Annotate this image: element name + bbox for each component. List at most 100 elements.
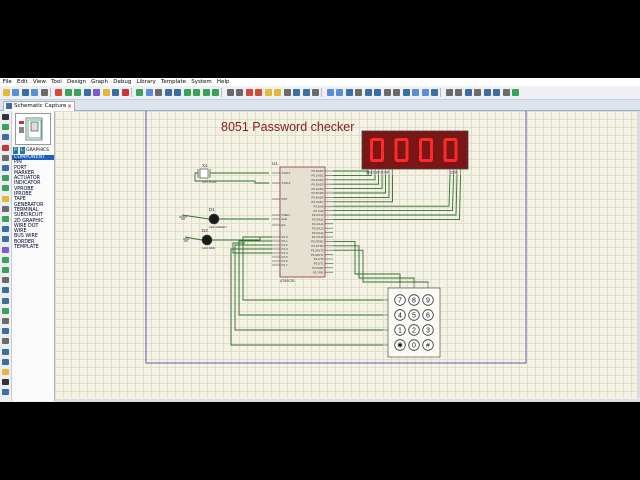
design-explorer-icon[interactable] bbox=[402, 89, 410, 96]
area-icon[interactable] bbox=[93, 89, 100, 96]
keypad-key-label[interactable]: 1 bbox=[398, 328, 402, 335]
property-icon[interactable] bbox=[364, 89, 372, 96]
save-icon[interactable] bbox=[21, 89, 29, 96]
delete-sheet-icon[interactable] bbox=[421, 89, 429, 96]
current-probe-icon[interactable] bbox=[2, 246, 9, 253]
block-move-icon[interactable] bbox=[283, 89, 291, 96]
paste-icon[interactable] bbox=[264, 89, 272, 96]
menu-tool[interactable]: Tool bbox=[49, 79, 65, 85]
undo-icon[interactable] bbox=[226, 89, 234, 96]
menu-design[interactable]: Design bbox=[64, 79, 88, 85]
grid-icon[interactable] bbox=[102, 89, 110, 96]
tape-icon[interactable] bbox=[502, 89, 510, 96]
schematic-canvas[interactable]: 8051 Password checker U1 AT89C51 XTAL1 XTAL… bbox=[55, 111, 637, 398]
overview-window[interactable] bbox=[15, 113, 51, 145]
bus-icon[interactable] bbox=[202, 89, 210, 96]
menu-debug[interactable]: Debug bbox=[111, 79, 134, 85]
keypad-key-label[interactable]: 4 bbox=[398, 313, 402, 320]
mirror-y-icon[interactable] bbox=[2, 379, 9, 386]
junction-icon[interactable] bbox=[212, 89, 219, 96]
instrument-mode-icon[interactable] bbox=[2, 256, 9, 263]
source-icon[interactable] bbox=[512, 89, 519, 96]
zoom-area-icon[interactable] bbox=[164, 89, 172, 96]
rotate-icon[interactable] bbox=[493, 89, 500, 96]
library-button[interactable]: L bbox=[20, 147, 25, 154]
menu-file[interactable]: File bbox=[0, 79, 14, 85]
arc-2d-icon[interactable] bbox=[2, 297, 9, 304]
menu-view[interactable]: View bbox=[30, 79, 48, 85]
keypad-key-label[interactable]: ✱ bbox=[397, 342, 403, 350]
keypad-key-label[interactable]: 3 bbox=[426, 328, 430, 335]
search-icon[interactable] bbox=[355, 89, 362, 96]
menu-edit[interactable]: Edit bbox=[14, 79, 30, 85]
erc-icon[interactable] bbox=[393, 89, 400, 96]
zoom-all-icon[interactable] bbox=[155, 89, 162, 96]
zoom-in-icon[interactable] bbox=[136, 89, 143, 96]
circle-2d-icon[interactable] bbox=[2, 287, 9, 294]
keypad-key-label[interactable]: 2 bbox=[412, 328, 416, 335]
marker-2d-icon[interactable] bbox=[2, 338, 9, 345]
keypad-key-label[interactable]: 0 bbox=[412, 343, 416, 350]
new-icon[interactable] bbox=[2, 89, 10, 96]
pick-devices-button[interactable]: P bbox=[13, 147, 18, 154]
text-2d-icon[interactable] bbox=[2, 318, 9, 324]
menu-system[interactable]: System bbox=[189, 79, 215, 85]
pin-mode-icon[interactable] bbox=[2, 195, 9, 202]
menu-help[interactable]: Help bbox=[214, 79, 232, 85]
origin-icon[interactable] bbox=[112, 89, 119, 96]
box-2d-icon[interactable] bbox=[2, 277, 9, 284]
cut-icon[interactable] bbox=[245, 89, 253, 96]
goto-sheet-icon[interactable] bbox=[431, 89, 438, 96]
snap-icon[interactable] bbox=[183, 89, 191, 96]
symbol-2d-icon[interactable] bbox=[2, 328, 9, 335]
netlist-icon[interactable] bbox=[374, 89, 381, 96]
mirror-icon[interactable] bbox=[483, 89, 491, 96]
tab-schematic-capture[interactable]: Schematic Capture × bbox=[3, 101, 75, 111]
keypad-key-label[interactable]: # bbox=[426, 343, 430, 350]
mirror-x-icon[interactable] bbox=[2, 369, 9, 375]
make-icon[interactable] bbox=[326, 89, 334, 96]
block-copy-icon[interactable] bbox=[274, 89, 281, 96]
export-pdf-icon[interactable] bbox=[445, 89, 453, 96]
refresh-icon[interactable] bbox=[174, 89, 181, 96]
block-rotate-icon[interactable] bbox=[293, 89, 300, 96]
horizontal-scrollbar[interactable] bbox=[55, 399, 640, 402]
copy-icon[interactable] bbox=[255, 89, 262, 96]
zoom-out-icon[interactable] bbox=[145, 89, 153, 96]
keypad-key-label[interactable]: 6 bbox=[426, 313, 430, 320]
bom-icon[interactable] bbox=[383, 89, 391, 96]
print-icon[interactable] bbox=[83, 89, 91, 96]
export-icon[interactable] bbox=[40, 89, 48, 96]
keypad-key-label[interactable]: 7 bbox=[398, 298, 402, 305]
rotate-cw-icon[interactable] bbox=[2, 348, 9, 355]
graph-mode-icon[interactable] bbox=[2, 205, 9, 212]
graph-icon[interactable] bbox=[474, 89, 481, 96]
subcircuit-mode-icon[interactable] bbox=[2, 175, 9, 182]
menu-graph[interactable]: Graph bbox=[89, 79, 111, 85]
simulation-icon[interactable] bbox=[455, 89, 462, 96]
redo-list-icon[interactable] bbox=[74, 89, 81, 96]
wire-icon[interactable] bbox=[193, 89, 200, 96]
open-icon[interactable] bbox=[12, 89, 19, 96]
menu-template[interactable]: Template bbox=[158, 79, 188, 85]
bus-mode-icon[interactable] bbox=[2, 165, 9, 171]
pan-icon[interactable] bbox=[121, 89, 129, 96]
path-2d-icon[interactable] bbox=[2, 307, 9, 314]
wire-autoroute-icon[interactable] bbox=[345, 89, 353, 96]
voltage-probe-icon[interactable] bbox=[2, 236, 9, 243]
keypad-key-label[interactable]: 8 bbox=[412, 298, 416, 305]
terminal-mode-icon[interactable] bbox=[2, 185, 9, 192]
rotate-ccw-icon[interactable] bbox=[2, 358, 9, 365]
import-icon[interactable] bbox=[31, 89, 38, 96]
generator-mode-icon[interactable] bbox=[2, 226, 9, 233]
menu-library[interactable]: Library bbox=[134, 79, 158, 85]
tape-mode-icon[interactable] bbox=[2, 216, 9, 222]
junction-dot-icon[interactable] bbox=[2, 134, 9, 141]
block-delete-icon[interactable] bbox=[302, 89, 310, 96]
probe-icon[interactable] bbox=[464, 89, 472, 96]
pick-icon[interactable] bbox=[312, 89, 319, 96]
decompose-icon[interactable] bbox=[336, 89, 343, 96]
close-icon[interactable] bbox=[55, 89, 62, 96]
new-sheet-icon[interactable] bbox=[412, 89, 419, 96]
undo-list-icon[interactable] bbox=[64, 89, 72, 96]
